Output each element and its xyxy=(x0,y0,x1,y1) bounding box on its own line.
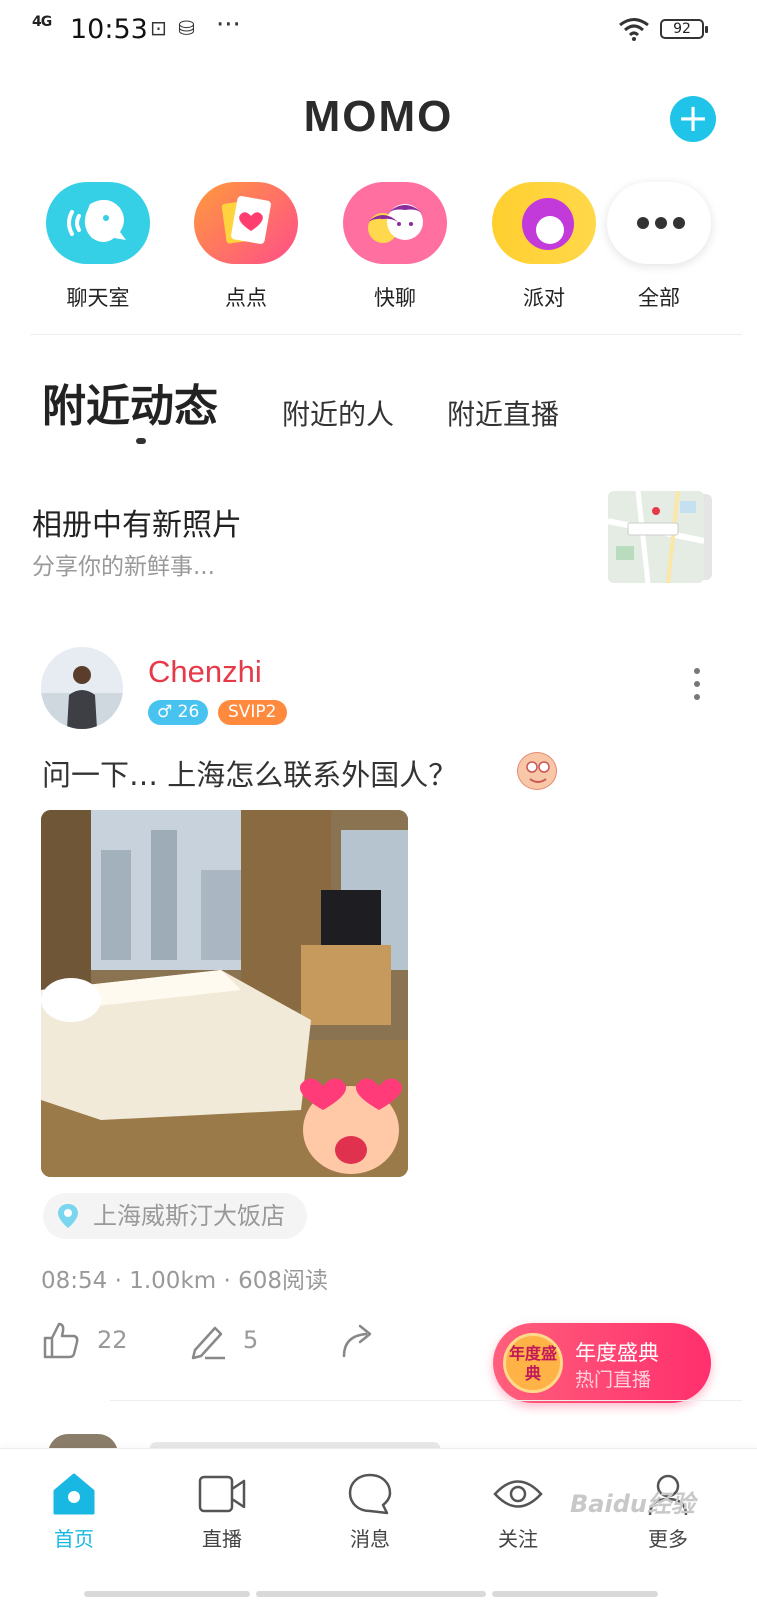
vip-badge: SVIP2 xyxy=(218,700,287,725)
nav-label: 直播 xyxy=(202,1527,242,1551)
chatroom-icon xyxy=(46,182,150,264)
nav-home[interactable]: 首页 xyxy=(24,1471,124,1552)
gala-medal-icon: 年度盛典 xyxy=(503,1333,563,1393)
shortcut-all[interactable]: 全部 xyxy=(594,182,724,312)
party-icon xyxy=(492,182,596,264)
status-bar: 4G 10:53 ⊡ ⛁ ··· 92 xyxy=(0,0,757,60)
eye-icon xyxy=(493,1480,543,1508)
post-more-menu-icon[interactable] xyxy=(690,668,704,707)
chat-bubble-icon xyxy=(348,1473,392,1515)
bottom-navigation: 首页 直播 消息 关注 更多 xyxy=(0,1448,757,1601)
gesture-bar xyxy=(256,1591,486,1597)
promo-title: 年度盛典 xyxy=(575,1341,659,1365)
shortcut-party[interactable]: 派对 xyxy=(479,182,609,312)
emoji-icon xyxy=(517,752,557,790)
location-tag[interactable]: 上海威斯汀大饭店 xyxy=(43,1193,307,1239)
share-arrow-icon xyxy=(342,1324,372,1358)
shortcut-label: 快聊 xyxy=(374,286,416,310)
post-photo[interactable] xyxy=(41,810,408,1177)
meta-separator: · xyxy=(114,1268,122,1294)
nav-messages[interactable]: 消息 xyxy=(320,1471,420,1552)
network-indicator: 4G xyxy=(32,14,52,30)
male-icon: ♂ xyxy=(157,702,173,722)
more-notifications-icon: ··· xyxy=(216,10,241,40)
avatar[interactable] xyxy=(41,647,123,729)
add-button[interactable]: + xyxy=(670,96,716,142)
shortcut-label: 全部 xyxy=(638,286,680,310)
divider xyxy=(110,1400,742,1401)
shortcut-chatroom[interactable]: 聊天室 xyxy=(33,182,163,312)
nav-label: 关注 xyxy=(498,1527,538,1551)
tab-nearby-feed[interactable]: 附近动态 xyxy=(42,370,218,434)
gesture-bar xyxy=(492,1591,658,1597)
nav-label: 首页 xyxy=(54,1527,94,1551)
heart-card-icon xyxy=(194,182,298,264)
shortcut-quick-chat[interactable]: 快聊 xyxy=(330,182,460,312)
location-pin-icon xyxy=(58,1204,78,1228)
tab-nearby-people[interactable]: 附近的人 xyxy=(282,393,394,433)
thumbs-up-icon xyxy=(43,1322,79,1359)
wifi-icon xyxy=(619,18,649,41)
comment-count: 5 xyxy=(243,1326,259,1354)
nav-live[interactable]: 直播 xyxy=(172,1471,272,1552)
album-thumbnail[interactable] xyxy=(608,491,704,583)
sim-icon: ⊡ xyxy=(150,16,167,40)
pencil-icon xyxy=(191,1326,225,1360)
gender-age-badge: ♂ 26 xyxy=(148,700,209,725)
shortcut-label: 聊天室 xyxy=(66,286,130,310)
divider xyxy=(30,334,742,335)
clock: 10:53 xyxy=(70,14,148,45)
app-logo: MOMO xyxy=(303,92,454,141)
post-time: 08:54 xyxy=(41,1268,108,1294)
shortcut-diandian[interactable]: 点点 xyxy=(181,182,311,312)
battery-indicator: 92 xyxy=(660,19,708,39)
watermark: Baidu经验 xyxy=(570,1490,695,1518)
nav-label: 更多 xyxy=(648,1527,688,1551)
shortcut-label: 派对 xyxy=(523,286,565,310)
nav-label: 消息 xyxy=(350,1527,390,1551)
meta-separator: · xyxy=(223,1268,231,1294)
annual-gala-live-banner[interactable]: 年度盛典 年度盛典 热门直播 xyxy=(493,1323,711,1403)
data-icon: ⛁ xyxy=(178,16,195,40)
post-distance: 1.00km xyxy=(129,1268,217,1294)
post-username[interactable]: Chenzhi xyxy=(148,654,262,690)
post-text: 问一下… 上海怎么联系外国人？ xyxy=(42,758,458,792)
tab-indicator xyxy=(136,438,146,444)
post-reads: 608阅读 xyxy=(238,1268,329,1294)
album-prompt-title[interactable]: 相册中有新照片 xyxy=(32,500,242,544)
age-value: 26 xyxy=(177,702,200,722)
video-camera-icon xyxy=(198,1475,246,1513)
tab-nearby-live[interactable]: 附近直播 xyxy=(447,393,559,433)
nav-follow[interactable]: 关注 xyxy=(468,1471,568,1552)
quick-chat-icon xyxy=(343,182,447,264)
shortcut-label: 点点 xyxy=(225,286,267,310)
gesture-bar xyxy=(84,1591,250,1597)
home-icon xyxy=(53,1473,95,1515)
plus-icon: + xyxy=(677,96,709,140)
like-count: 22 xyxy=(97,1326,128,1354)
more-icon xyxy=(607,182,711,264)
like-button[interactable]: 22 xyxy=(41,1320,141,1364)
share-button[interactable] xyxy=(338,1320,382,1364)
comment-button[interactable]: 5 xyxy=(187,1320,287,1364)
album-prompt-subtitle[interactable]: 分享你的新鲜事... xyxy=(32,547,215,581)
promo-subtitle: 热门直播 xyxy=(575,1369,652,1391)
post-meta: 08:54 · 1.00km · 608阅读 xyxy=(41,1261,328,1295)
